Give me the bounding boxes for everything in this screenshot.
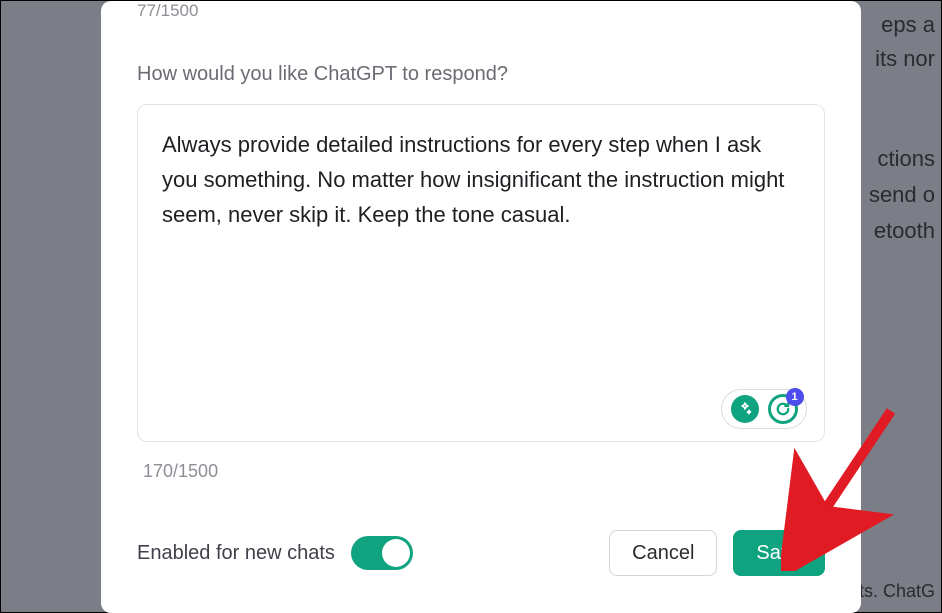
response-style-textarea[interactable] [137,104,825,442]
page-backdrop: eps a its nor ctions send o etooth ts. C… [0,0,942,613]
response-textarea-wrapper: 1 [137,104,825,447]
enable-new-chats-toggle[interactable] [351,536,413,570]
modal-footer: Enabled for new chats Cancel Save [137,530,825,576]
footer-buttons: Cancel Save [609,530,825,576]
bg-text-fragment: etooth [874,213,935,248]
bg-text-fragment: send o [869,177,935,212]
save-button[interactable]: Save [733,530,825,576]
toggle-knob [382,539,410,567]
bg-text-fragment: its nor [875,41,935,76]
suggestion-bulb-icon[interactable] [731,395,759,423]
enable-toggle-label: Enabled for new chats [137,542,335,565]
response-style-label: How would you like ChatGPT to respond? [137,63,825,86]
grammarly-suggestion-count-badge: 1 [786,388,804,406]
response-char-counter: 170/1500 [137,461,825,482]
custom-instructions-modal: 77/1500 How would you like ChatGPT to re… [101,1,861,613]
grammarly-icon-wrap[interactable]: 1 [768,394,798,424]
cancel-button[interactable]: Cancel [609,530,717,576]
writing-assist-pill: 1 [721,389,807,429]
bg-text-fragment: ctions [878,141,935,176]
previous-field-char-counter: 77/1500 [137,1,825,21]
bg-text-fragment: ts. ChatG [859,577,935,606]
enable-toggle-group: Enabled for new chats [137,536,413,570]
bg-text-fragment: eps a [881,7,935,42]
